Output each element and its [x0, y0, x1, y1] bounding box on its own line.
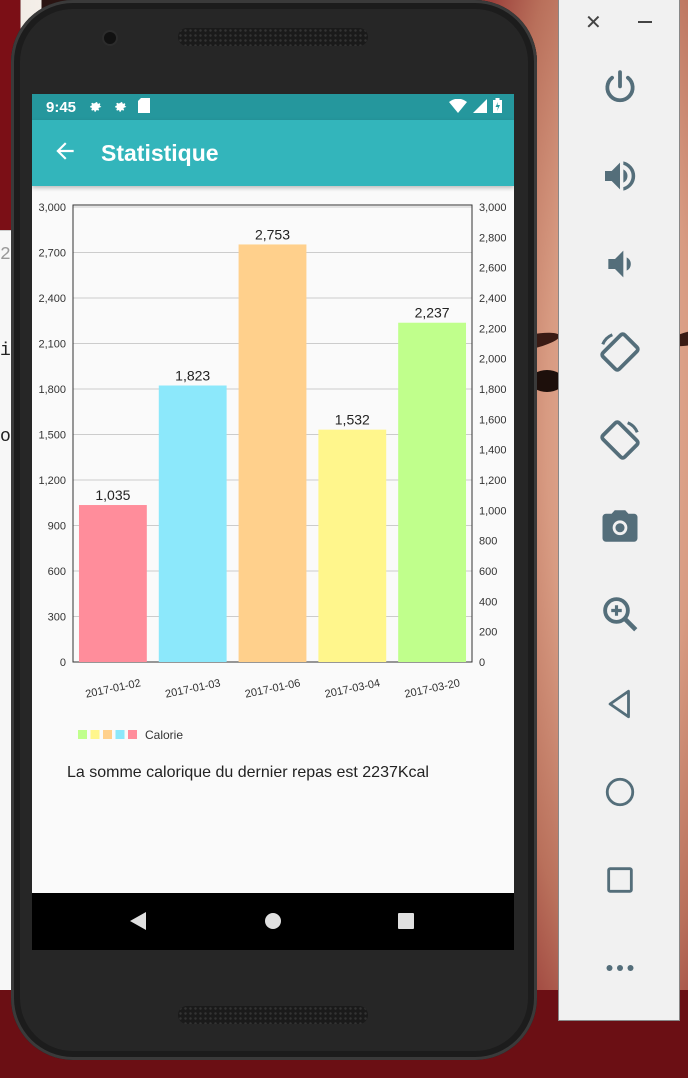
right-tick-label: 200 [479, 627, 497, 639]
right-tick-label: 2,600 [479, 263, 507, 275]
legend-swatch [78, 730, 87, 739]
bar [158, 385, 227, 662]
navigation-bar [32, 893, 514, 950]
status-time: 9:45 [46, 98, 77, 116]
legend-label: Calorie [145, 728, 183, 742]
battery-icon [493, 98, 502, 117]
right-tick-label: 2,400 [479, 293, 507, 305]
emulator-toolbar: ✕ [558, 0, 680, 1021]
data-label: 2,753 [255, 226, 290, 242]
volume-up-icon[interactable] [596, 152, 644, 200]
x-tick-label: 2017-03-20 [404, 677, 462, 700]
left-tick-label: 3,000 [38, 202, 66, 214]
summary-text: La somme calorique du dernier repas est … [67, 764, 429, 781]
right-tick-label: 1,000 [479, 505, 507, 517]
more-icon[interactable] [596, 944, 644, 992]
page-title: Statistique [101, 140, 219, 166]
left-tick-label: 1,500 [38, 430, 66, 442]
legend-swatch [90, 730, 100, 739]
data-label: 1,035 [95, 487, 130, 503]
right-tick-label: 400 [479, 596, 497, 608]
right-tick-label: 0 [479, 657, 485, 669]
phone-frame: 9:45 Statistique 0 300 600 900 1,200 1,5… [11, 0, 537, 1060]
close-icon[interactable]: ✕ [585, 10, 602, 35]
nav-home-icon[interactable] [263, 911, 283, 936]
x-tick-label: 2017-01-06 [244, 677, 302, 700]
x-tick-label: 2017-01-02 [84, 677, 142, 700]
background-text: o [0, 427, 11, 447]
bar [238, 244, 307, 662]
right-tick-label: 1,400 [479, 445, 507, 457]
settings-icon [113, 98, 128, 116]
bar [78, 505, 147, 662]
bar [398, 322, 467, 662]
right-tick-label: 600 [479, 566, 497, 578]
left-tick-label: 600 [48, 566, 66, 578]
home-icon[interactable] [596, 768, 644, 816]
signal-icon [473, 98, 487, 117]
right-tick-label: 3,000 [479, 202, 507, 214]
overview-icon[interactable] [596, 856, 644, 904]
left-tick-label: 1,200 [38, 475, 66, 487]
volume-down-icon[interactable] [596, 240, 644, 288]
phone-screen: 9:45 Statistique 0 300 600 900 1,200 1,5… [32, 94, 514, 950]
calorie-chart: 0 300 600 900 1,200 1,500 1,800 2,100 2,400 2,700… [32, 194, 514, 754]
left-tick-label: 0 [60, 657, 66, 669]
x-tick-label: 2017-01-03 [164, 677, 222, 700]
settings-icon [88, 98, 103, 116]
power-icon[interactable] [596, 64, 644, 112]
right-tick-label: 800 [479, 536, 497, 548]
right-tick-label: 2,800 [479, 232, 507, 244]
right-tick-label: 1,200 [479, 475, 507, 487]
left-tick-label: 1,800 [38, 384, 66, 396]
camera-icon[interactable] [596, 502, 644, 550]
data-label: 1,532 [335, 412, 370, 428]
app-bar: Statistique [32, 120, 514, 186]
left-tick-label: 900 [48, 521, 66, 533]
wifi-icon [449, 98, 467, 117]
right-tick-label: 1,800 [479, 384, 507, 396]
top-speaker [178, 28, 368, 46]
data-label: 2,237 [415, 305, 450, 321]
left-tick-label: 300 [48, 612, 66, 624]
data-label: 1,823 [175, 368, 210, 384]
rotate-left-icon[interactable] [596, 328, 644, 376]
sd-card-icon [138, 98, 151, 116]
left-tick-label: 2,700 [38, 248, 66, 260]
right-tick-label: 1,600 [479, 414, 507, 426]
rotate-right-icon[interactable] [596, 416, 644, 464]
legend-swatch [115, 730, 125, 739]
background-text: i [0, 341, 11, 361]
legend-swatch [128, 730, 137, 739]
status-bar: 9:45 [32, 94, 514, 120]
bar [318, 429, 387, 662]
left-tick-label: 2,400 [38, 293, 66, 305]
minimize-icon[interactable] [637, 10, 653, 36]
nav-recents-icon[interactable] [396, 911, 416, 936]
right-tick-label: 2,200 [479, 323, 507, 335]
back-icon[interactable] [596, 680, 644, 728]
legend-swatch [103, 730, 112, 739]
x-tick-label: 2017-03-04 [324, 677, 382, 700]
front-camera [104, 32, 116, 44]
right-tick-label: 2,000 [479, 354, 507, 366]
bottom-speaker [178, 1006, 368, 1024]
left-tick-label: 2,100 [38, 339, 66, 351]
back-arrow-icon[interactable] [52, 138, 78, 164]
nav-back-icon[interactable] [128, 911, 148, 936]
zoom-icon[interactable] [596, 590, 644, 638]
bar-chart-svg: 0 300 600 900 1,200 1,500 1,800 2,100 2,400 2,700… [38, 202, 507, 742]
